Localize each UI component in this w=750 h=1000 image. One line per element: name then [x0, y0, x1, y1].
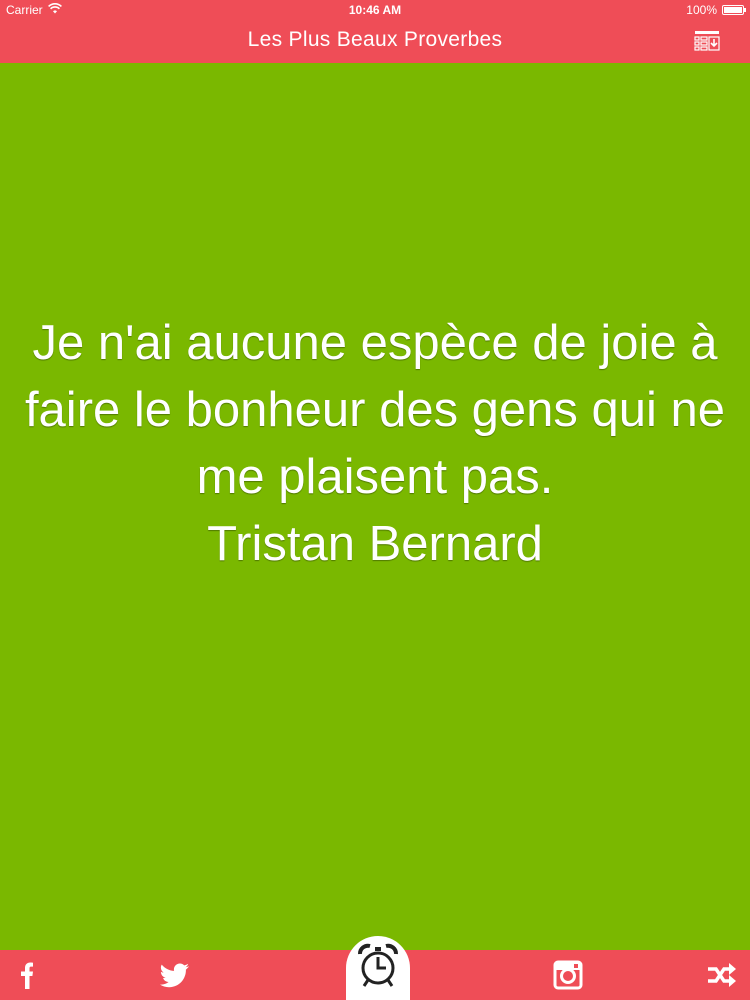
battery-icon	[722, 5, 746, 15]
nav-bar: Les Plus Beaux Proverbes	[0, 20, 750, 63]
battery-fill	[724, 7, 742, 13]
status-time: 10:46 AM	[348, 3, 402, 17]
status-right: 100%	[686, 3, 746, 17]
quote-card: Je n'ai aucune espèce de joie à faire le…	[20, 310, 730, 578]
instagram-icon[interactable]	[550, 958, 586, 992]
alarm-clock-icon[interactable]	[346, 936, 410, 1000]
shuffle-icon[interactable]	[704, 958, 740, 992]
twitter-icon[interactable]	[156, 958, 192, 992]
battery-label: 100%	[686, 3, 717, 17]
quote-text: Je n'ai aucune espèce de joie à faire le…	[24, 316, 726, 504]
status-bar: Carrier 10:46 AM 100%	[0, 0, 750, 20]
app-screen: Carrier 10:46 AM 100% Les Plus Beaux Pro…	[0, 0, 750, 1000]
facebook-icon[interactable]	[10, 958, 46, 992]
list-download-icon[interactable]	[694, 30, 720, 52]
tab-bar	[0, 936, 750, 1000]
quote-author: Tristan Bernard	[207, 517, 543, 571]
app-title: Les Plus Beaux Proverbes	[247, 28, 503, 51]
